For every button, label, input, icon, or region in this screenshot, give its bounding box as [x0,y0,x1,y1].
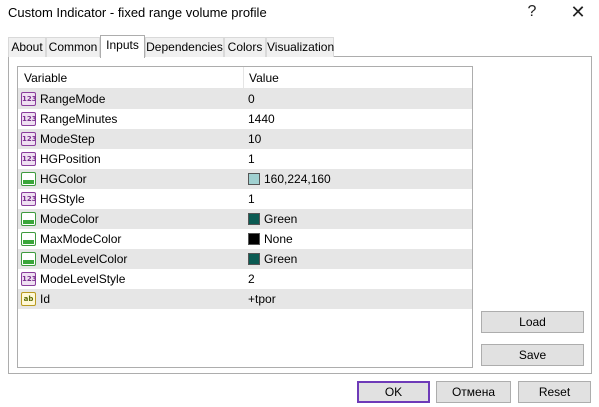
color-variable-icon [21,252,36,266]
variable-name: RangeMinutes [40,112,118,126]
variable-name: RangeMode [40,92,106,106]
color-variable-icon [21,232,36,246]
table-row[interactable]: 123 RangeMinutes 1440 [18,109,472,129]
tab-about[interactable]: About [8,37,46,57]
ok-button[interactable]: OK [357,381,430,403]
integer-icon: 123 [21,112,37,126]
save-button[interactable]: Save [481,344,584,366]
table-row[interactable]: 123 ModeStep 10 [18,129,472,149]
integer-icon: 123 [21,152,37,166]
color-swatch[interactable] [248,253,260,265]
column-divider[interactable] [243,67,244,89]
title-bar: Custom Indicator - fixed range volume pr… [0,0,599,28]
tab-inputs[interactable]: Inputs [100,35,145,58]
integer-icon: 123 [21,272,37,286]
tab-colors[interactable]: Colors [224,37,266,57]
integer-icon: 123 [21,192,37,206]
variable-value[interactable]: 2 [248,272,255,286]
variable-value[interactable]: 1440 [248,112,275,126]
table-row[interactable]: 123 RangeMode 0 [18,89,472,109]
variable-name: ModeLevelColor [40,252,128,266]
reset-button[interactable]: Reset [518,381,591,403]
variable-name: HGPosition [40,152,101,166]
variable-name: ModeLevelStyle [40,272,126,286]
table-row[interactable]: ModeColor Green [18,209,472,229]
variable-value[interactable]: Green [264,212,297,226]
color-swatch[interactable] [248,213,260,225]
variable-value[interactable]: 10 [248,132,261,146]
variable-value[interactable]: 0 [248,92,255,106]
tab-dependencies[interactable]: Dependencies [145,37,224,57]
variable-name: MaxModeColor [40,232,122,246]
table-row[interactable]: ab Id +tpor [18,289,472,309]
variable-value[interactable]: 160,224,160 [264,172,331,186]
inputs-grid[interactable]: Variable Value 123 RangeMode 0 123 Range… [17,66,473,368]
color-swatch[interactable] [248,173,260,185]
close-button[interactable]: ✕ [556,0,599,26]
cancel-button[interactable]: Отмена [436,381,511,403]
window-title: Custom Indicator - fixed range volume pr… [8,5,267,20]
table-row[interactable]: 123 ModeLevelStyle 2 [18,269,472,289]
variable-value[interactable]: +tpor [248,292,276,306]
integer-icon: 123 [21,132,37,146]
variable-value[interactable]: None [264,232,293,246]
grid-header: Variable Value [18,67,472,89]
color-variable-icon [21,172,36,186]
table-row[interactable]: HGColor 160,224,160 [18,169,472,189]
variable-name: HGStyle [40,192,85,206]
color-variable-icon [21,212,36,226]
string-icon: ab [21,292,36,306]
column-header-value[interactable]: Value [249,71,279,85]
variable-name: ModeColor [40,212,99,226]
variable-value[interactable]: Green [264,252,297,266]
table-row[interactable]: MaxModeColor None [18,229,472,249]
table-row[interactable]: 123 HGStyle 1 [18,189,472,209]
table-row[interactable]: 123 HGPosition 1 [18,149,472,169]
table-row[interactable]: ModeLevelColor Green [18,249,472,269]
column-header-variable[interactable]: Variable [24,71,67,85]
help-button[interactable]: ? [510,0,554,26]
variable-name: HGColor [40,172,87,186]
tab-common[interactable]: Common [46,37,100,57]
color-swatch[interactable] [248,233,260,245]
variable-name: Id [40,292,51,306]
integer-icon: 123 [21,92,37,106]
variable-value[interactable]: 1 [248,152,255,166]
load-button[interactable]: Load [481,311,584,333]
tab-visualization[interactable]: Visualization [266,37,334,57]
variable-value[interactable]: 1 [248,192,255,206]
variable-name: ModeStep [40,132,95,146]
